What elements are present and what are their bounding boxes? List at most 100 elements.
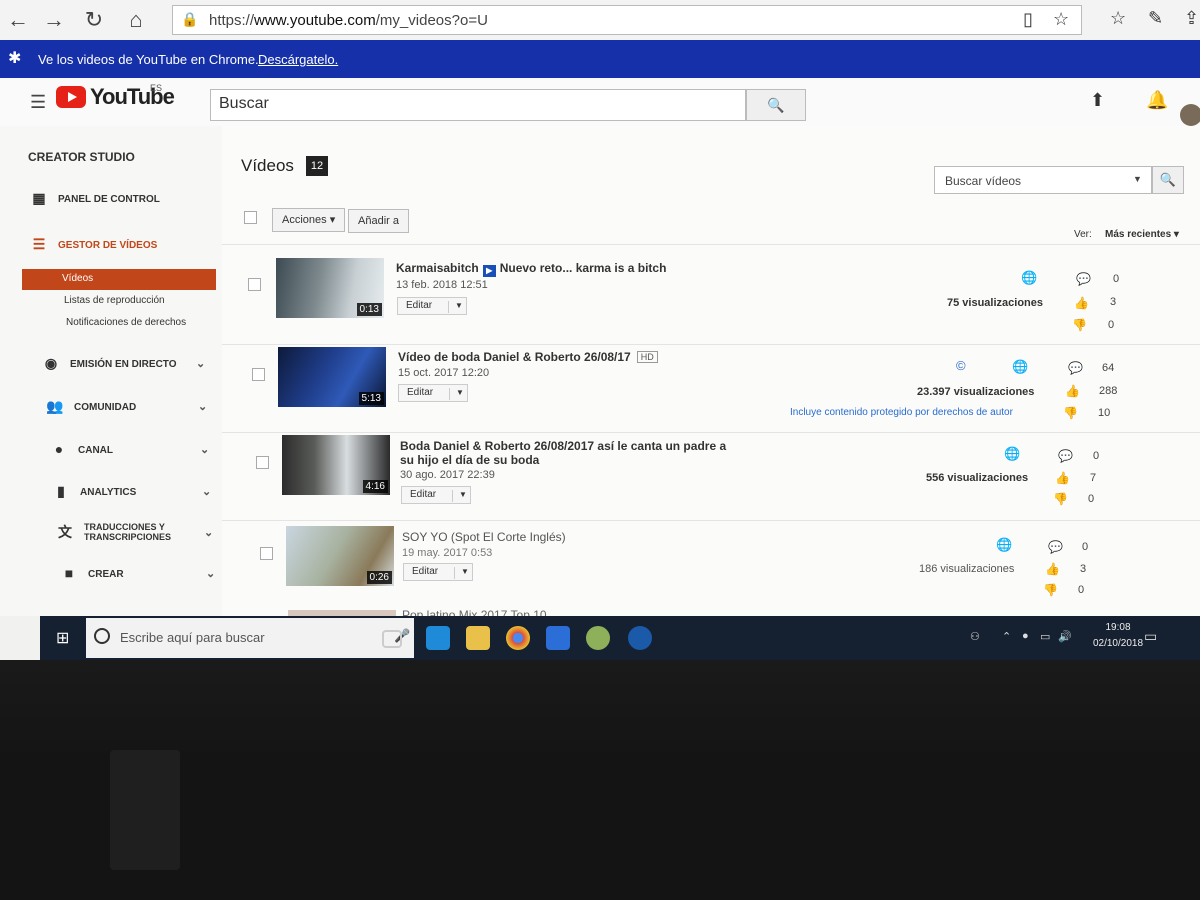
video-thumbnail[interactable]: 0:13 [276,258,384,318]
pen-icon[interactable]: ✎ [1148,8,1163,29]
row-checkbox[interactable] [252,368,265,381]
comment-icon: 💬 [1048,540,1063,554]
chrome-icon[interactable] [506,626,530,650]
select-all-checkbox[interactable] [244,211,257,224]
view-count: 23.397 visualizaciones [917,386,1035,398]
edge-browser-icon[interactable] [426,626,450,650]
video-date: 30 ago. 2017 22:39 [400,469,495,481]
address-bar[interactable]: 🔒 https://www.youtube.com/my_videos?o=U … [172,5,1082,35]
video-title[interactable]: Vídeo de boda Daniel & Roberto 26/08/17 H… [398,350,658,364]
comment-count: 0 [1082,541,1089,553]
clock-time[interactable]: 19:08 [1098,622,1138,633]
youtube-logo-icon[interactable] [56,86,86,108]
view-count: 186 visualizaciones [919,563,1015,575]
share-icon[interactable]: ⇪ [1184,8,1199,29]
search-videos-button[interactable]: 🔍 [1152,166,1184,194]
edit-button[interactable]: Editar ▼ [397,297,467,315]
menu-icon[interactable]: ☰ [30,92,46,113]
caret-down-icon[interactable]: ▼ [454,567,469,579]
sidebar-subitem-playlists[interactable]: Listas de reproducción [64,295,165,306]
video-camera-icon: ■ [64,565,74,581]
url-text: https://www.youtube.com/my_videos?o=U [209,12,488,29]
public-globe-icon: 🌐 [1004,446,1021,461]
analytics-icon: ▮ [57,483,65,499]
caret-down-icon[interactable]: ▼ [452,490,467,502]
edit-button[interactable]: Editar ▼ [403,563,473,581]
action-center-icon[interactable]: ▭ [1144,628,1157,645]
refresh-icon[interactable]: ↻ [80,6,108,34]
search-videos-input[interactable]: Buscar vídeos ▼ [934,166,1152,194]
video-title-line2[interactable]: su hijo el día de su boda [400,453,539,467]
promo-download-link[interactable]: Descárgatelo. [258,52,338,67]
task-view-icon[interactable] [382,630,402,648]
sidebar-subitem-rights-notifications[interactable]: Notificaciones de derechos [66,317,186,328]
chevron-down-icon: ⌄ [202,486,212,498]
chevron-down-icon: ⌄ [204,527,214,539]
laptop-body [0,760,1200,900]
video-title[interactable]: Boda Daniel & Roberto 26/08/2017 así le … [400,439,726,453]
reading-view-icon[interactable]: ▯ [1023,9,1033,30]
sync-app-icon[interactable] [628,626,652,650]
app-icon[interactable] [586,626,610,650]
video-thumbnail[interactable]: 5:13 [278,347,386,407]
row-checkbox[interactable] [256,456,269,469]
video-title[interactable]: Pop latino Mix 2017 Top 10 [402,608,547,616]
tray-app-icon[interactable]: ● [1022,630,1029,642]
store-icon[interactable] [546,626,570,650]
favorites-hub-icon[interactable]: ☆ [1110,8,1126,29]
screen: ← → ↻ ⌂ 🔒 https://www.youtube.com/my_vid… [0,0,1200,660]
search-input[interactable]: Buscar [210,89,746,121]
edit-button[interactable]: Editar ▼ [401,486,471,504]
file-explorer-icon[interactable] [466,626,490,650]
video-thumbnail[interactable]: 4:16 [282,435,390,495]
video-date: 19 may. 2017 0:53 [402,547,493,559]
volume-icon[interactable]: 🔊 [1058,630,1072,643]
view-count: 75 visualizaciones [947,297,1043,309]
battery-icon[interactable]: ▭ [1040,630,1050,643]
comment-icon: 💬 [1058,449,1073,463]
creator-studio-sidebar: CREATOR STUDIO ▦ PANEL DE CONTROL ☰ GEST… [0,126,223,616]
favorite-star-icon[interactable]: ☆ [1053,9,1069,30]
video-title[interactable]: Karmaisabitch ▶ Nuevo reto... karma is a b… [396,261,666,277]
forward-icon[interactable]: → [40,6,68,34]
windows-taskbar: ⊞ Escribe aquí para buscar 🎤 ⚇ ⌃ ● ▭ 🔊 1… [40,616,1200,660]
home-icon[interactable]: ⌂ [122,6,150,34]
taskbar-search-input[interactable]: Escribe aquí para buscar 🎤 [86,618,414,658]
back-icon[interactable]: ← [4,6,32,34]
windows-start-icon[interactable]: ⊞ [56,628,69,648]
caret-down-icon[interactable]: ▼ [449,388,464,400]
search-button[interactable]: 🔍 [746,89,806,121]
youtube-header: ☰ YouTube ES Buscar 🔍 ⬆ 🔔 [0,78,1200,127]
video-title[interactable]: SOY YO (Spot El Corte Inglés) [402,530,566,544]
avatar[interactable] [1180,104,1200,126]
copyright-icon: © [956,358,966,373]
like-icon: 👍 [1055,471,1070,485]
laptop-bezel [0,660,1200,900]
dislike-icon: 👎 [1063,406,1078,420]
caret-down-icon[interactable]: ▼ [1133,174,1142,184]
row-checkbox[interactable] [248,278,261,291]
add-to-button[interactable]: Añadir a [348,209,409,233]
copyright-notice[interactable]: Incluye contenido protegido por derechos… [790,407,1013,418]
actions-dropdown-button[interactable]: Acciones ▾ [272,208,346,232]
people-icon[interactable]: ⚇ [970,630,980,643]
upload-icon[interactable]: ⬆ [1090,90,1105,111]
dislike-icon: 👎 [1043,583,1058,597]
row-checkbox[interactable] [260,547,273,560]
sort-dropdown[interactable]: Más recientes ▾ [1105,229,1179,240]
like-icon: 👍 [1065,384,1080,398]
comment-count: 64 [1102,362,1115,374]
like-count: 3 [1110,296,1117,308]
video-thumbnail[interactable]: 0:26 [286,526,394,586]
divider [222,244,1200,245]
chevron-down-icon: ⌄ [198,401,208,413]
table-row: 0:13 Karmaisabitch ▶ Nuevo reto... karma i… [222,250,1200,340]
caret-down-icon[interactable]: ▼ [448,301,463,313]
edit-button[interactable]: Editar ▼ [398,384,468,402]
notifications-bell-icon[interactable]: 🔔 [1146,90,1168,111]
sidebar-title: CREATOR STUDIO [28,150,135,164]
sidebar-subitem-videos[interactable]: Vídeos [22,269,216,290]
video-date: 15 oct. 2017 12:20 [398,367,490,379]
chevron-up-icon[interactable]: ⌃ [1002,630,1011,643]
search-icon: 🔍 [767,97,785,113]
